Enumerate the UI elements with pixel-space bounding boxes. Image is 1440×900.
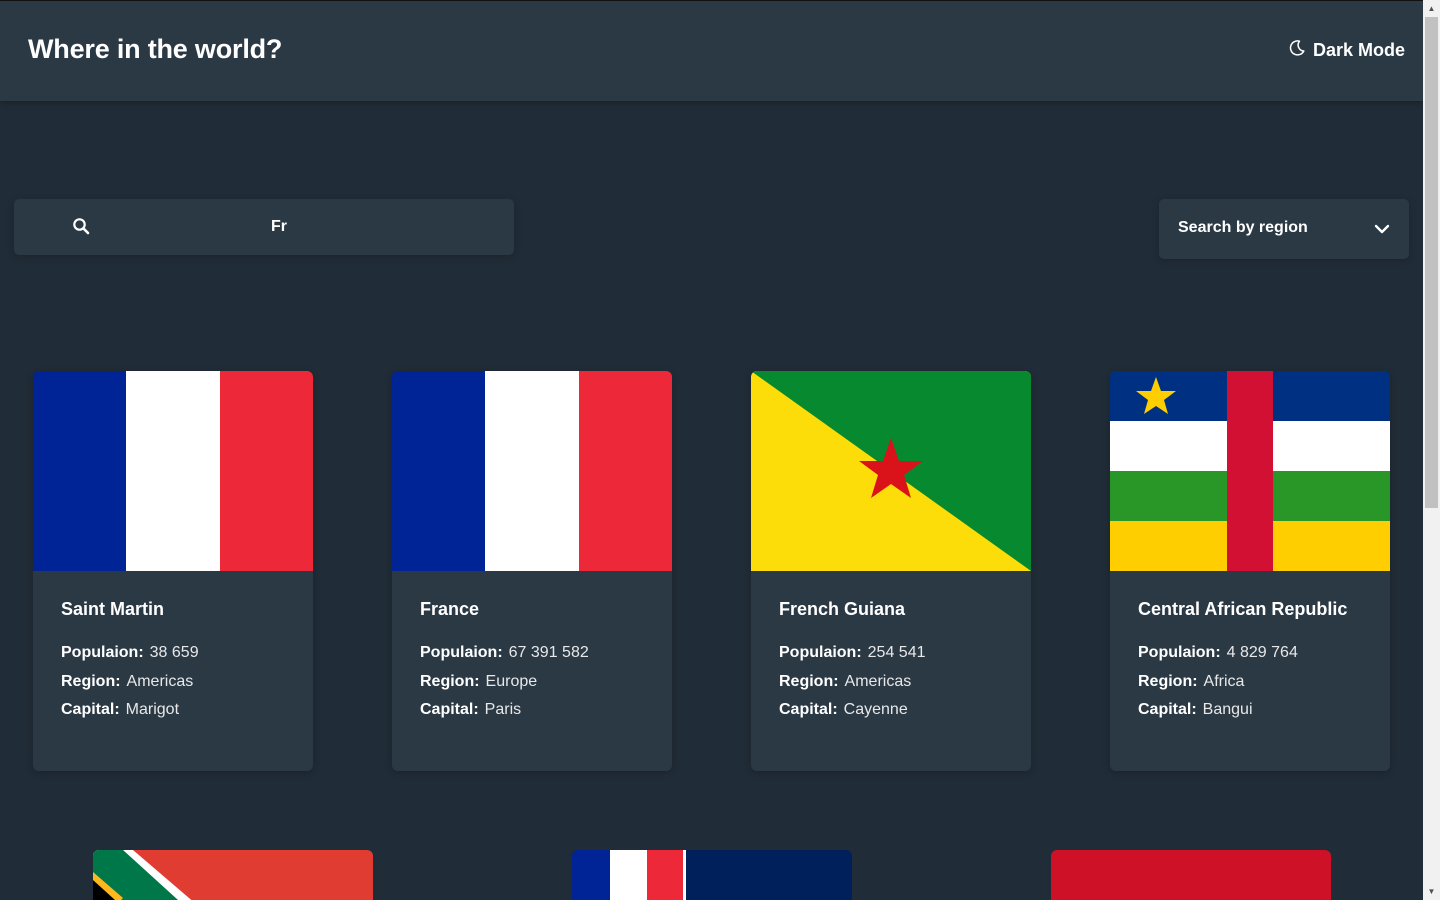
scroll-down-arrow-icon[interactable]: ▼ [1423,883,1440,900]
country-name: French Guiana [779,599,906,619]
population-label: Populaion: [61,644,144,661]
central-african-republic-flag [1110,371,1390,571]
capital-label: Capital: [779,701,838,718]
country-info: Populaion: 67 391 582 Region: Europe Capit… [420,639,589,725]
capital-value: Cayenne [843,701,908,718]
region-label: Region: [779,672,839,690]
region-label: Region: [1138,672,1198,690]
country-card-partial[interactable] [93,850,373,900]
search-icon [72,217,90,235]
dark-mode-label: Dark Mode [1312,40,1405,60]
region-value: Americas [844,672,912,690]
population-label: Populaion: [420,644,503,661]
region-label: Region: [420,672,480,690]
scroll-up-arrow-icon[interactable]: ▲ [1423,0,1440,17]
saint-pierre-flag [572,850,852,900]
region-filter-dropdown[interactable]: Search by region [1159,199,1409,259]
south-africa-flag [93,850,373,900]
population-value: 4 829 764 [1226,644,1298,661]
country-card-partial[interactable] [1051,850,1331,900]
french-guiana-flag [751,371,1031,571]
country-card[interactable]: French Guiana Populaion: 254 541 Region: A… [751,371,1031,771]
country-card[interactable]: France Populaion: 67 391 582 Region: Europ… [392,371,672,771]
vertical-scrollbar[interactable]: ▲ ▼ [1423,0,1440,900]
population-value: 67 391 582 [508,644,589,661]
capital-value: Paris [484,701,522,718]
france-flag [392,371,672,571]
country-name: Saint Martin [61,599,165,619]
chevron-down-icon [1374,222,1390,236]
country-name: Central African Republic [1138,599,1348,619]
app-title: Where in the world? [28,34,283,64]
region-label: Region: [61,672,121,690]
country-card[interactable]: Saint Martin Populaion: 38 659 Region: Ame… [33,371,313,771]
moon-icon [1289,40,1305,61]
dark-mode-toggle[interactable]: Dark Mode [1289,40,1405,61]
region-value: Europe [485,672,538,690]
top-header: Where in the world? Dark Mode [0,0,1423,101]
country-info: Populaion: 4 829 764 Region: Africa Capita… [1138,639,1298,725]
country-card-partial[interactable] [572,850,852,900]
capital-value: Bangui [1202,701,1253,718]
region-value: Africa [1203,672,1245,690]
region-value: Americas [126,672,194,690]
red-flag [1051,850,1331,900]
population-value: 38 659 [149,644,199,661]
country-card[interactable]: Central African Republic Populaion: 4 829… [1110,371,1390,771]
capital-label: Capital: [61,701,120,718]
saint-martin-flag [33,371,313,571]
page: Where in the world? Dark Mode Search by … [0,0,1440,900]
capital-value: Marigot [125,701,180,718]
country-name: France [420,599,480,619]
country-info: Populaion: 38 659 Region: Americas Capital… [61,639,199,725]
population-label: Populaion: [1138,644,1221,661]
population-label: Populaion: [779,644,862,661]
capital-label: Capital: [420,701,479,718]
population-value: 254 541 [867,644,926,661]
search-input[interactable] [254,211,504,243]
country-info: Populaion: 254 541 Region: Americas Capita… [779,639,926,725]
region-filter-label: Search by region [1178,219,1308,236]
scroll-thumb[interactable] [1425,17,1438,508]
search-box [14,199,514,255]
capital-label: Capital: [1138,701,1197,718]
